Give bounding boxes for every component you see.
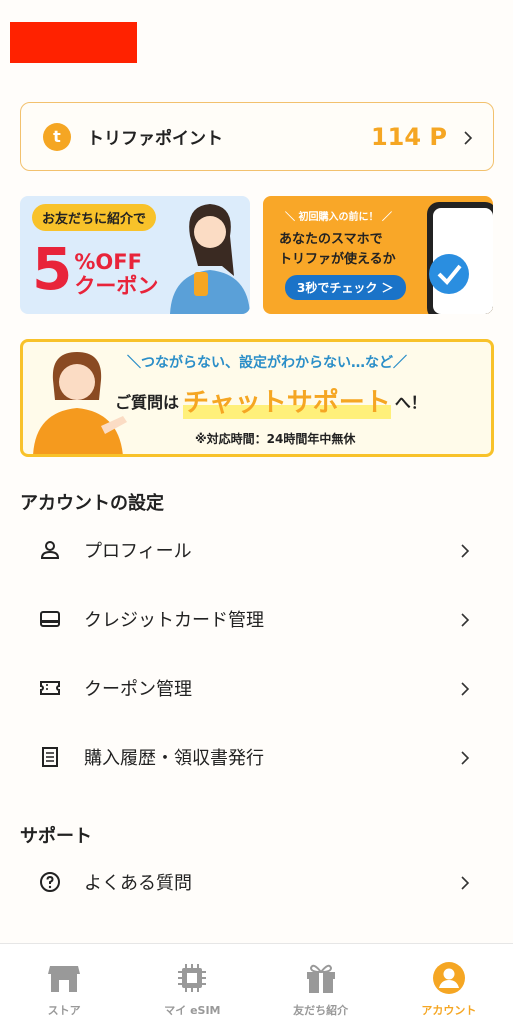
ticket-icon: [38, 676, 62, 700]
menu-item-faq[interactable]: よくある質問: [20, 862, 494, 902]
chat-hours: ※対応時間：24時間年中無休: [195, 432, 356, 446]
points-badge-icon: t: [43, 122, 71, 151]
chevron-right-icon: [458, 681, 472, 696]
phone-check-banner[interactable]: ＼ 初回購入の前に！ ／ あなたのスマホで トリファが使えるか 3秒でチェック …: [263, 196, 493, 314]
nav-store[interactable]: ストア: [0, 944, 128, 1024]
nav-label: ストア: [47, 1004, 81, 1017]
support-woman-illustration: [33, 352, 127, 454]
chevron-right-icon: [458, 543, 472, 558]
menu-item-coupons[interactable]: クーポン管理: [20, 668, 494, 708]
referral-off: %OFF: [74, 250, 142, 274]
check-line1: あなたのスマホで: [279, 232, 383, 247]
menu-label: 購入履歴・領収書発行: [84, 748, 264, 769]
chevron-right-icon: [458, 612, 472, 627]
nav-referral[interactable]: 友だち紹介: [257, 944, 385, 1024]
referral-discount: 5 %OFF クーポン: [32, 240, 158, 298]
account-section-title: アカウントの設定: [20, 493, 164, 514]
support-section-title: サポート: [20, 826, 92, 847]
chat-support-banner[interactable]: ＼つながらない、設定がわからない…など／ ご質問は チャットサポート へ！ ※対…: [20, 339, 494, 457]
referral-tag: お友だちに紹介で: [32, 204, 157, 231]
menu-label: プロフィール: [84, 541, 192, 562]
chat-pre: ご質問は: [115, 392, 180, 412]
referral-coupon: クーポン: [74, 274, 159, 298]
chat-headline: ご質問は チャットサポート へ！: [115, 382, 427, 419]
menu-label: よくある質問: [84, 873, 192, 894]
menu-item-purchase-history[interactable]: 購入履歴・領収書発行: [20, 737, 494, 777]
store-icon: [48, 966, 81, 992]
help-circle-icon: [38, 870, 62, 894]
chevron-right-icon: [458, 875, 472, 890]
chip-icon: [178, 964, 207, 992]
chat-main: チャットサポート: [183, 382, 391, 419]
nav-my-esim[interactable]: マイ eSIM: [128, 944, 256, 1024]
menu-item-credit-card[interactable]: クレジットカード管理: [20, 599, 494, 639]
trifa-points-card[interactable]: t トリファポイント 114 P: [20, 102, 494, 171]
nav-label: 友だち紹介: [293, 1004, 349, 1017]
nav-label: アカウント: [421, 1004, 477, 1017]
check-button[interactable]: 3秒でチェック ＞: [285, 275, 406, 300]
nav-account[interactable]: アカウント: [385, 944, 513, 1024]
redacted-block: [10, 22, 137, 63]
menu-item-profile[interactable]: プロフィール: [20, 530, 494, 570]
menu-label: クーポン管理: [84, 679, 192, 700]
points-value: 114 P: [370, 122, 447, 151]
chat-subtitle: ＼つながらない、設定がわからない…など／: [127, 355, 407, 371]
chat-post: へ！: [394, 392, 427, 412]
check-line2: トリファが使えるか: [279, 252, 396, 267]
nav-label: マイ eSIM: [164, 1004, 221, 1017]
referral-banner[interactable]: お友だちに紹介で 5 %OFF クーポン: [20, 196, 250, 314]
check-top-text: ＼ 初回購入の前に！ ／: [285, 212, 392, 223]
account-icon: [432, 962, 465, 994]
woman-with-phone-illustration: [170, 204, 250, 314]
chevron-right-icon: [461, 130, 475, 145]
credit-card-icon: [38, 607, 62, 631]
person-icon: [38, 538, 62, 562]
chevron-right-icon: [458, 750, 472, 765]
phone-check-icon: [427, 202, 493, 314]
points-label: トリファポイント: [87, 129, 223, 149]
referral-number: 5: [32, 235, 73, 303]
menu-label: クレジットカード管理: [84, 610, 264, 631]
receipt-icon: [38, 745, 62, 769]
gift-icon: [306, 964, 335, 993]
bottom-navigation: ストア マイ eSIM 友だち紹介 アカウント: [0, 943, 513, 1024]
